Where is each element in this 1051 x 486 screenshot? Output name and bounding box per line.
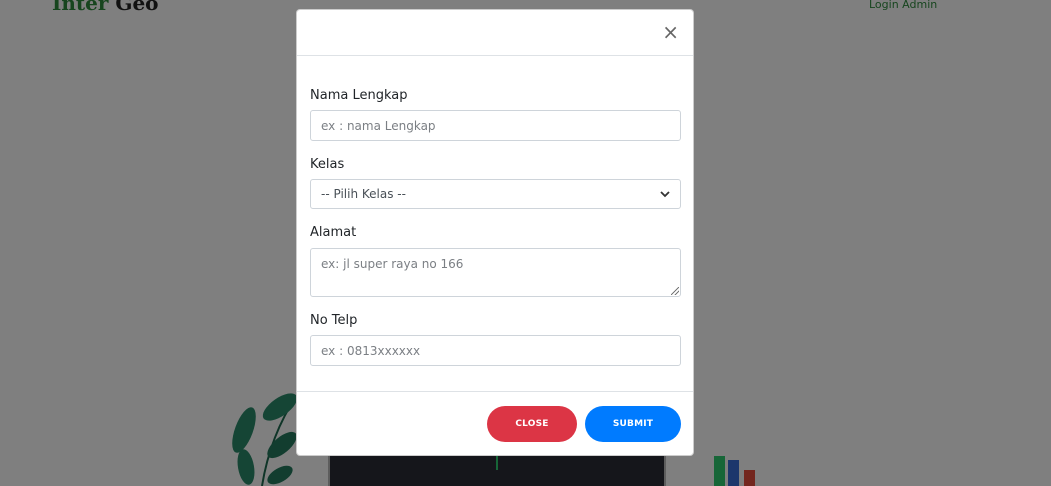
kelas-select[interactable]: -- Pilih Kelas -- [310,179,681,209]
registration-modal: × Nama Lengkap Kelas -- Pilih Kelas -- A… [296,9,694,456]
nama-lengkap-label: Nama Lengkap [310,88,408,103]
modal-footer: CLOSE SUBMIT [297,391,693,456]
modal-body: Nama Lengkap Kelas -- Pilih Kelas -- Ala… [297,56,693,392]
alamat-label: Alamat [310,225,357,240]
alamat-field-wrapper [310,248,681,297]
close-button[interactable]: CLOSE [487,406,577,442]
submit-button[interactable]: SUBMIT [585,406,681,442]
nama-lengkap-input[interactable] [310,110,681,141]
chevron-down-icon [660,188,670,201]
no-telp-input[interactable] [310,335,681,366]
kelas-label: Kelas [310,157,345,172]
resize-handle-icon[interactable] [671,287,679,295]
close-icon[interactable]: × [662,22,679,42]
modal-header: × [297,10,693,56]
alamat-textarea[interactable] [310,248,681,297]
kelas-selected-value: -- Pilih Kelas -- [321,187,406,201]
no-telp-label: No Telp [310,313,358,328]
